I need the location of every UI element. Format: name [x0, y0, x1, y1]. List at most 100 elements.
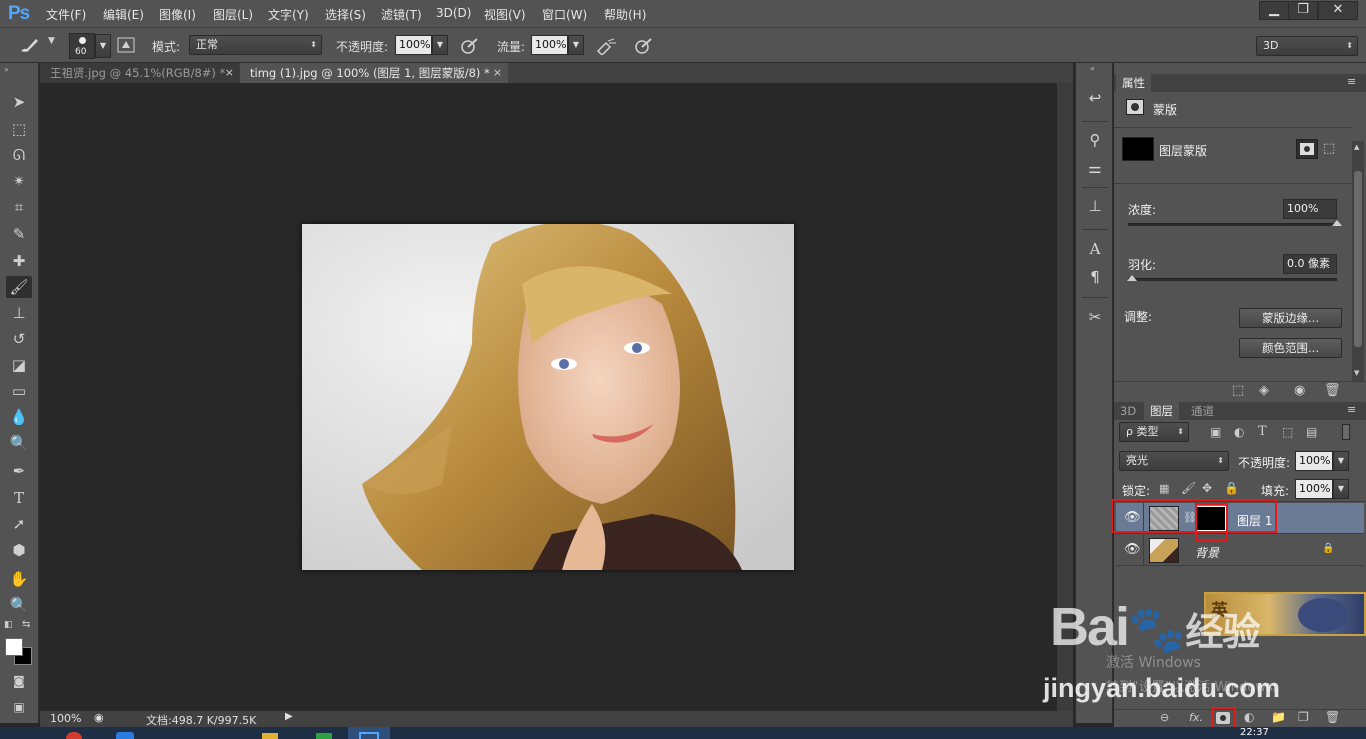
background-layer-name[interactable]: 背景 [1195, 544, 1219, 561]
collapse-toolbar-icon[interactable]: » [4, 65, 9, 74]
new-group-icon[interactable]: 📁 [1271, 710, 1286, 724]
feather-slider[interactable] [1128, 278, 1337, 281]
quick-mask-icon[interactable]: ◙ [6, 670, 32, 692]
opacity-field[interactable]: 100% [395, 35, 432, 55]
tab-document-1[interactable]: 王祖贤.jpg @ 45.1%(RGB/8#) * × [40, 63, 240, 83]
restore-button[interactable]: ❐ [1288, 1, 1318, 20]
blend-mode-dropdown[interactable]: 亮光 ⬍ [1119, 451, 1229, 471]
hand-tool-icon[interactable]: ✋ [6, 568, 32, 590]
crop-tool-icon[interactable]: ⌗ [6, 196, 32, 218]
brush-tool-icon[interactable] [18, 36, 40, 58]
load-selection-icon[interactable]: ⬚ [1232, 383, 1244, 398]
collapse-panels-icon[interactable]: « [1090, 64, 1095, 73]
filter-type-icon[interactable]: T [1258, 424, 1267, 439]
lock-position-icon[interactable]: ✥ [1202, 481, 1212, 495]
density-field[interactable]: 100% [1283, 199, 1337, 219]
density-slider[interactable] [1128, 223, 1337, 226]
foreground-color-swatch[interactable] [5, 638, 23, 656]
brush-preset-picker[interactable]: 60 [69, 33, 95, 59]
brush-presets-panel-icon[interactable]: ⚲ [1084, 129, 1106, 151]
tab-properties[interactable]: 属性 [1116, 74, 1151, 92]
background-thumbnail[interactable] [1149, 538, 1179, 563]
mode-dropdown[interactable]: 正常 ⬍ [189, 35, 322, 55]
tab-channels[interactable]: 通道 [1185, 402, 1220, 420]
density-slider-thumb[interactable] [1332, 220, 1342, 226]
filter-shape-icon[interactable]: ⬚ [1282, 425, 1293, 439]
adjustments-panel-icon[interactable]: ⚌ [1084, 157, 1106, 179]
tab-layers[interactable]: 图层 [1144, 402, 1179, 420]
workspace-switcher[interactable]: 3D ⬍ [1256, 36, 1358, 56]
menu-3d[interactable]: 3D(D) [436, 6, 471, 20]
apply-mask-icon[interactable]: ◈ [1259, 383, 1269, 398]
zoom-level[interactable]: 100% [50, 712, 81, 725]
type-tool-icon[interactable]: T [6, 487, 32, 509]
feather-slider-thumb[interactable] [1127, 275, 1137, 281]
gradient-tool-icon[interactable]: ▭ [6, 380, 32, 402]
close-icon[interactable]: × [225, 63, 234, 83]
adjustment-layer-icon[interactable]: ◐ [1244, 710, 1254, 724]
taskbar-app-icon[interactable] [262, 733, 278, 739]
layer-row-background[interactable]: 👁 背景 🔒 [1116, 535, 1364, 566]
visibility-eye-icon[interactable]: 👁 [1124, 542, 1141, 557]
feather-field[interactable]: 0.0 像素 [1283, 254, 1337, 274]
vector-mask-button-icon[interactable]: ⬚ [1323, 141, 1335, 156]
opacity-dropdown[interactable]: ▼ [432, 35, 448, 55]
color-range-button[interactable]: 颜色范围... [1239, 338, 1342, 358]
healing-brush-tool-icon[interactable]: ✚ [6, 250, 32, 272]
menu-layer[interactable]: 图层(L) [213, 6, 253, 23]
menu-filter[interactable]: 滤镜(T) [381, 6, 422, 23]
blur-tool-icon[interactable]: 💧 [6, 406, 32, 428]
new-layer-icon[interactable]: ❐ [1298, 710, 1309, 724]
document-canvas-photo[interactable] [302, 224, 794, 570]
delete-layer-icon[interactable]: 🗑 [1325, 710, 1340, 724]
taskbar-app-icon[interactable] [116, 732, 134, 739]
close-button[interactable]: ✕ [1318, 1, 1358, 20]
filter-pixel-icon[interactable]: ▣ [1210, 425, 1221, 439]
layer-opacity-dropdown[interactable]: ▼ [1333, 451, 1349, 471]
mask-edge-button[interactable]: 蒙版边缘... [1239, 308, 1342, 328]
dodge-tool-icon[interactable]: 🔍 [6, 432, 32, 454]
default-colors-icon[interactable]: ◧ [4, 620, 13, 630]
menu-edit[interactable]: 编辑(E) [103, 6, 144, 23]
marquee-tool-icon[interactable]: ⬚ [6, 118, 32, 140]
status-menu-arrow-icon[interactable]: ▶ [285, 711, 293, 722]
menu-view[interactable]: 视图(V) [484, 6, 526, 23]
taskbar-app-icon[interactable] [316, 733, 332, 739]
menu-select[interactable]: 选择(S) [325, 6, 366, 23]
menu-image[interactable]: 图像(I) [159, 6, 196, 23]
pressure-size-icon[interactable] [634, 37, 654, 59]
filter-smart-object-icon[interactable]: ▤ [1306, 425, 1317, 439]
filter-adjustment-icon[interactable]: ◐ [1234, 425, 1244, 439]
fill-dropdown[interactable]: ▼ [1333, 479, 1349, 499]
lasso-tool-icon[interactable]: ᘏ [6, 144, 32, 166]
airbrush-icon[interactable] [596, 37, 618, 59]
menu-file[interactable]: 文件(F) [46, 6, 86, 23]
link-layers-icon[interactable]: ⊖ [1160, 711, 1169, 724]
taskbar-app-icon[interactable] [66, 732, 82, 739]
lock-transparent-icon[interactable]: ▦ [1159, 482, 1169, 495]
flow-field[interactable]: 100% [531, 35, 568, 55]
pixel-mask-button[interactable] [1296, 139, 1318, 159]
menu-help[interactable]: 帮助(H) [604, 6, 646, 23]
history-brush-tool-icon[interactable]: ↺ [6, 328, 32, 350]
menu-type[interactable]: 文字(Y) [268, 6, 309, 23]
menu-window[interactable]: 窗口(W) [542, 6, 587, 23]
status-share-icon[interactable]: ◉ [94, 711, 104, 724]
magic-wand-tool-icon[interactable]: ✴ [6, 170, 32, 192]
filter-toggle-switch[interactable] [1342, 424, 1350, 440]
tool-presets-panel-icon[interactable]: ✂ [1084, 306, 1106, 328]
brush-preset-dropdown[interactable]: ▼ [95, 34, 111, 58]
disable-mask-eye-icon[interactable]: ◉ [1294, 383, 1305, 398]
paragraph-panel-icon[interactable]: ¶ [1084, 266, 1106, 288]
move-tool-icon[interactable]: ➤ [6, 91, 32, 113]
swap-colors-icon[interactable]: ⇆ [22, 619, 30, 630]
tool-preset-arrow-icon[interactable]: ▼ [48, 36, 55, 46]
flow-dropdown[interactable]: ▼ [568, 35, 584, 55]
minimize-button[interactable]: ▁ [1259, 1, 1289, 20]
shape-tool-icon[interactable]: ⬢ [6, 539, 32, 561]
lock-image-icon[interactable]: 🖌 [1181, 481, 1196, 495]
tab-document-2[interactable]: timg (1).jpg @ 100% (图层 1, 图层蒙版/8) * × [240, 63, 508, 83]
layer-style-fx-icon[interactable]: fx. [1189, 711, 1203, 724]
pressure-opacity-icon[interactable] [460, 37, 480, 59]
screen-mode-icon[interactable]: ▣ [6, 696, 32, 718]
